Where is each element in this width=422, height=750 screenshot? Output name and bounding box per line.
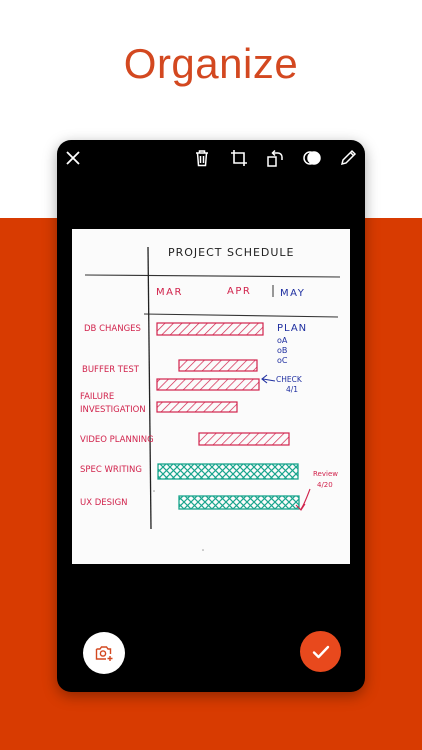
- document-title: PROJECT SCHEDULE: [168, 246, 295, 259]
- filter-icon: [303, 151, 321, 165]
- rotate-button[interactable]: [263, 146, 287, 170]
- bar-ux-design: [178, 495, 300, 510]
- month-label-apr: APR: [227, 286, 251, 297]
- task-label-buffer-test: BUFFER TEST: [82, 365, 140, 375]
- filter-button[interactable]: [300, 146, 324, 170]
- editor-toolbar: [57, 140, 365, 176]
- close-button[interactable]: [61, 146, 85, 170]
- pen-button[interactable]: [336, 146, 360, 170]
- delete-button[interactable]: [190, 146, 214, 170]
- bar-failure-investigation-1: [156, 378, 260, 391]
- bar-buffer-test: [178, 359, 258, 372]
- done-button[interactable]: [300, 631, 341, 672]
- check-arrow: [261, 374, 276, 384]
- board-speck: [153, 490, 155, 492]
- crop-icon: [231, 150, 247, 166]
- task-label-failure: FAILURE: [80, 392, 114, 402]
- task-label-ux-design: UX DESIGN: [80, 498, 128, 508]
- plan-option-a: oA: [277, 336, 288, 345]
- crop-button[interactable]: [227, 146, 251, 170]
- plan-option-b: oB: [277, 346, 287, 355]
- bar-db-changes: [156, 322, 264, 336]
- phone-frame: PROJECT SCHEDULE MAR APR MAY DB CHANGES …: [57, 140, 365, 692]
- plan-option-c: oC: [277, 356, 288, 365]
- review-note: Review: [313, 470, 338, 478]
- task-label-video-planning: VIDEO PLANNING: [80, 435, 154, 445]
- bar-video-planning: [198, 432, 290, 446]
- board-speck: [202, 549, 204, 551]
- checkmark-icon: [312, 645, 329, 658]
- page-headline: Organize: [123, 40, 299, 87]
- review-note-date: 4/20: [317, 481, 333, 489]
- bar-failure-investigation-2: [156, 401, 238, 413]
- add-photo-button[interactable]: [83, 632, 125, 674]
- bar-spec-writing: [157, 463, 299, 480]
- scanned-whiteboard: PROJECT SCHEDULE MAR APR MAY DB CHANGES …: [72, 229, 350, 564]
- check-note-date: 4/1: [286, 385, 298, 394]
- month-divider-line: [143, 313, 339, 318]
- month-label-may: MAY: [280, 288, 305, 299]
- close-icon: [66, 151, 80, 165]
- pen-icon: [340, 149, 357, 166]
- task-column-line: [147, 246, 152, 530]
- task-label-investigation: INVESTIGATION: [80, 405, 146, 415]
- rotate-icon: [267, 149, 283, 167]
- month-label-mar: MAR: [156, 287, 183, 298]
- header-divider-line: [84, 274, 341, 278]
- check-note: CHECK: [276, 375, 303, 384]
- task-label-db-changes: DB CHANGES: [84, 324, 141, 334]
- plan-note: PLAN: [277, 323, 307, 334]
- camera-add-icon: [95, 646, 113, 661]
- task-label-spec-writing: SPEC WRITING: [80, 465, 142, 475]
- delete-icon: [196, 150, 208, 167]
